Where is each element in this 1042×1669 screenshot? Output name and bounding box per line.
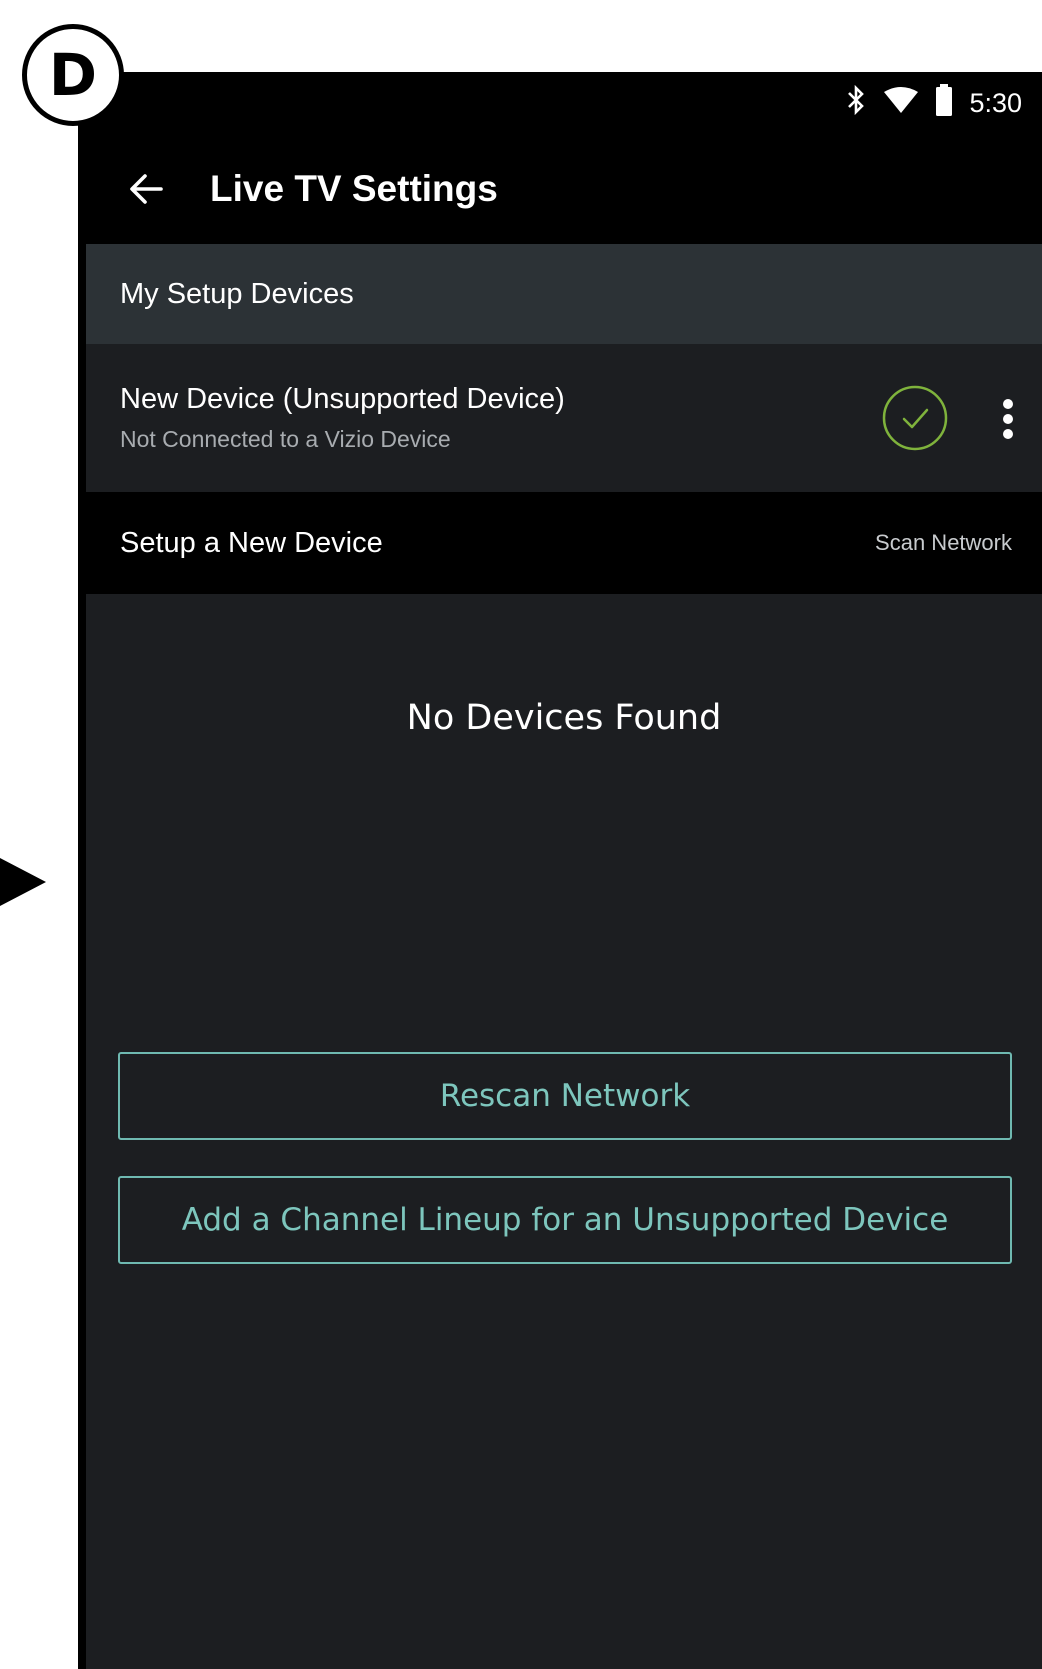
pointer-arrow	[0, 858, 46, 906]
phone-screen: 5:30 Live TV Settings My Setup Devices N…	[78, 72, 1042, 1669]
page-title: Live TV Settings	[210, 168, 498, 209]
setup-new-device-label: Setup a New Device	[120, 526, 383, 559]
rescan-network-button[interactable]: Rescan Network	[118, 1052, 1012, 1140]
battery-icon	[935, 83, 953, 123]
add-channel-lineup-button[interactable]: Add a Channel Lineup for an Unsupported …	[118, 1176, 1012, 1264]
step-badge: D	[22, 24, 124, 126]
my-setup-devices-header: My Setup Devices	[86, 244, 1042, 344]
setup-new-device-row: Setup a New Device Scan Network	[86, 492, 1042, 594]
status-bar: 5:30	[86, 72, 1042, 134]
check-circle-icon	[882, 385, 948, 451]
status-time: 5:30	[969, 87, 1022, 118]
arrow-left-icon[interactable]	[128, 171, 164, 207]
device-list-item[interactable]: New Device (Unsupported Device) Not Conn…	[86, 344, 1042, 492]
scan-network-link[interactable]: Scan Network	[875, 530, 1012, 556]
settings-content: My Setup Devices New Device (Unsupported…	[86, 244, 1042, 1669]
bluetooth-icon	[845, 84, 867, 122]
more-vertical-icon[interactable]	[1002, 398, 1014, 440]
no-devices-message: No Devices Found	[406, 698, 722, 738]
wifi-icon	[883, 86, 919, 121]
app-bar: Live TV Settings	[86, 134, 1042, 244]
